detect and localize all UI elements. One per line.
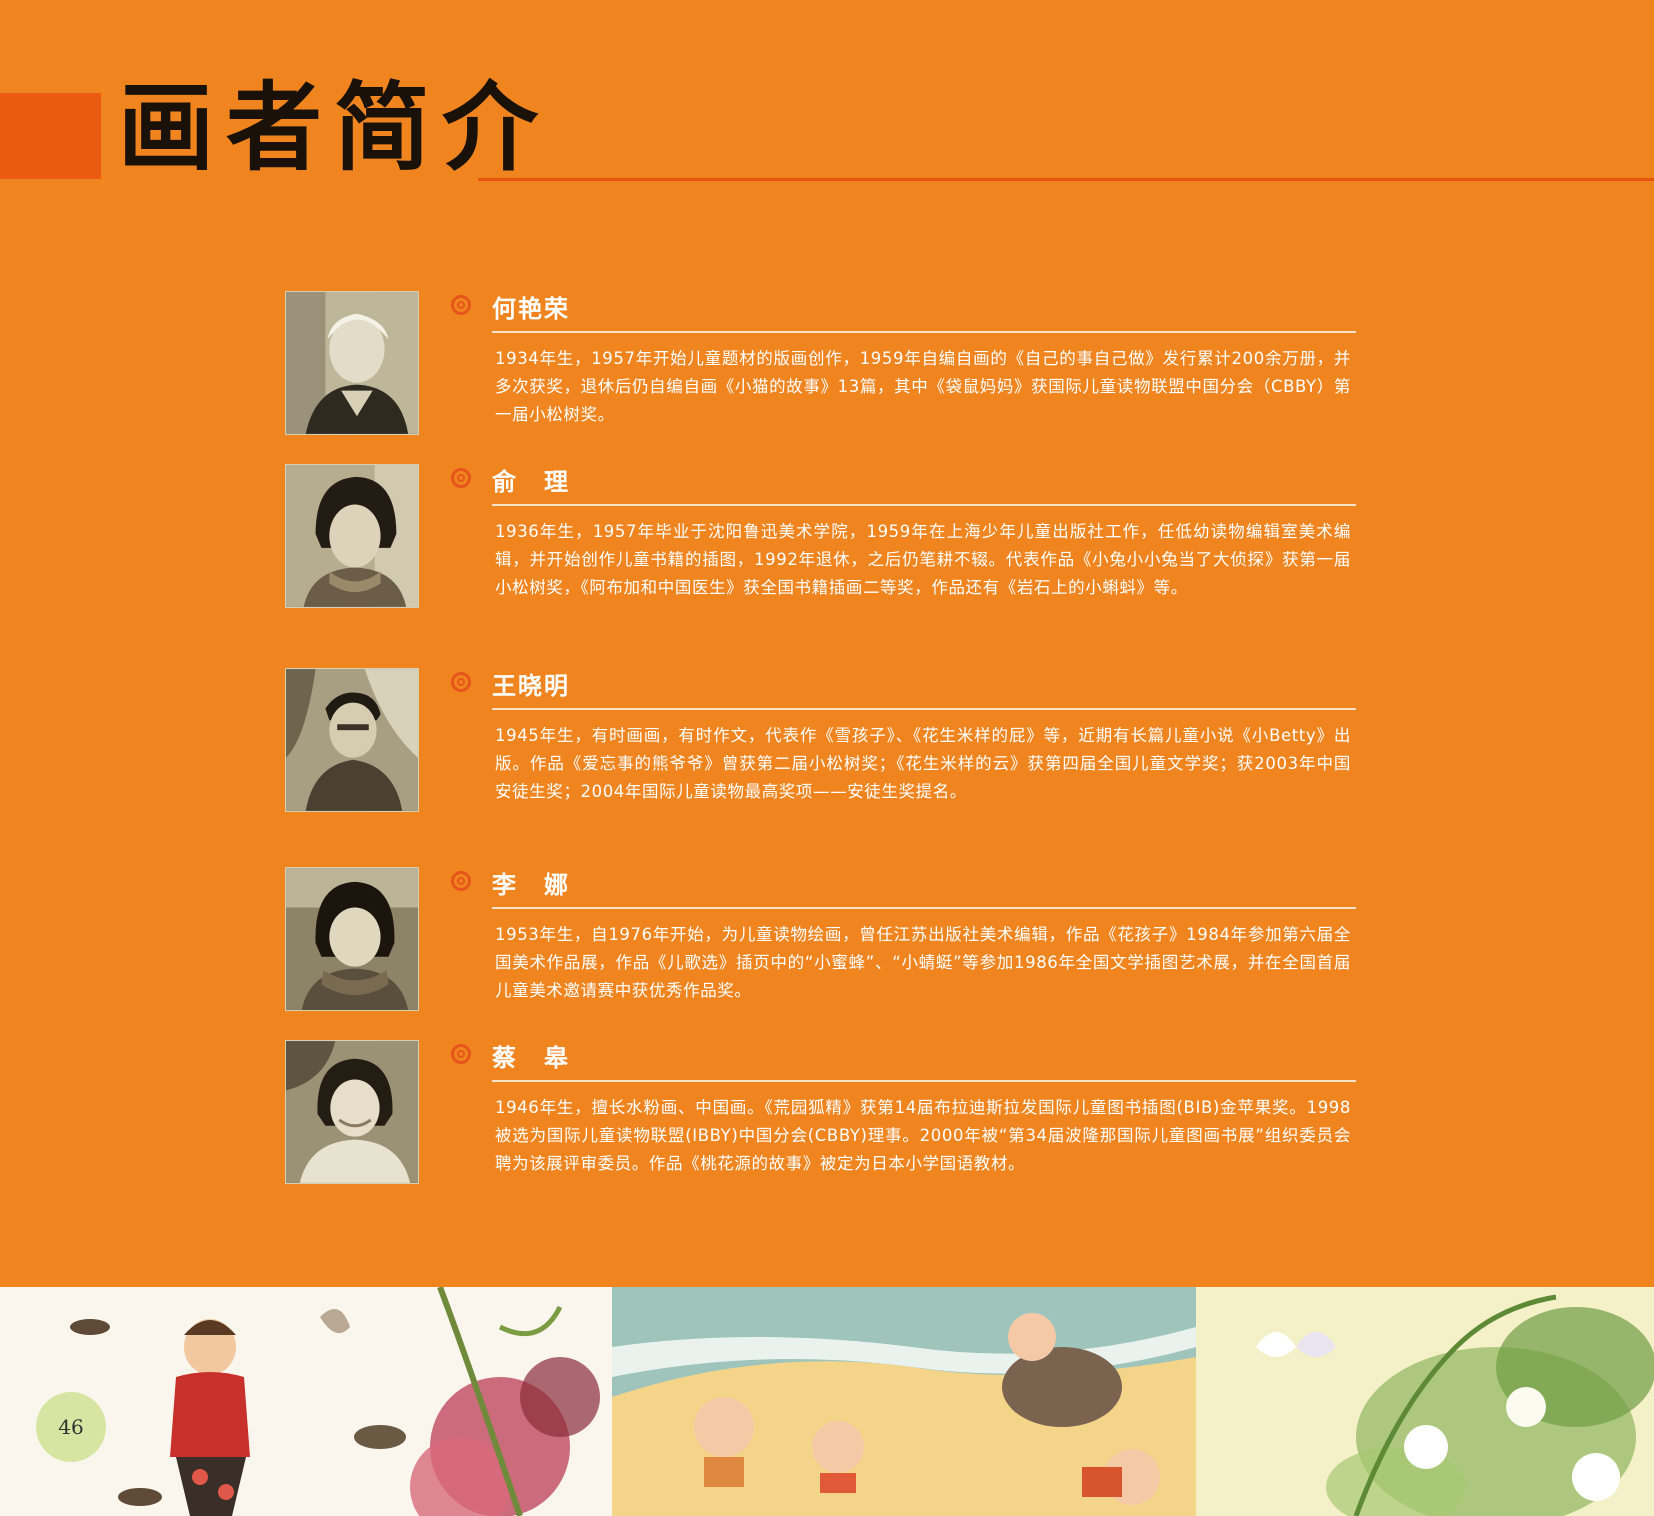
artist-bio: 1953年生，自1976年开始，为儿童读物绘画，曾任江苏出版社美术编辑，作品《花… [495, 925, 1351, 1000]
bullet-icon [451, 468, 471, 488]
portrait-image [286, 1041, 418, 1183]
portrait-image [286, 292, 418, 434]
bullet-icon [451, 295, 471, 315]
name-divider [492, 504, 1356, 506]
artist-name: 俞 理 [492, 468, 570, 496]
page: 画者简介 何艳荣 1934年生，1957年开始儿童题材的版画创作，1959年自编… [0, 0, 1654, 1516]
artist-photo [285, 668, 419, 812]
illustration-pea-vines [1196, 1287, 1654, 1516]
illustration-strip [0, 1287, 1654, 1516]
name-divider [492, 708, 1356, 710]
artist-photo [285, 867, 419, 1011]
title-accent-block [0, 93, 101, 179]
artist-bio: 1934年生，1957年开始儿童题材的版画创作，1959年自编自画的《自己的事自… [495, 349, 1351, 424]
artist-photo [285, 1040, 419, 1184]
page-title: 画者简介 [118, 71, 550, 184]
artist-bio: 1936年生，1957年毕业于沈阳鲁迅美术学院，1959年在上海少年儿童出版社工… [495, 522, 1351, 597]
illustration-children-at-beach [612, 1287, 1196, 1516]
artist-bio: 1945年生，有时画画，有时作文，代表作《雪孩子》、《花生米样的屁》等，近期有长… [495, 726, 1351, 801]
artist-photo [285, 291, 419, 435]
artist-bio: 1946年生，擅长水粉画、中国画。《荒园狐精》获第14届布拉迪斯拉发国际儿童图书… [495, 1098, 1351, 1173]
title-rule [478, 178, 1654, 181]
portrait-image [286, 465, 418, 607]
name-divider [492, 907, 1356, 909]
artist-name: 何艳荣 [492, 295, 570, 323]
artist-name: 王晓明 [492, 672, 570, 700]
artist-photo [285, 464, 419, 608]
portrait-image [286, 868, 418, 1010]
page-number: 46 [36, 1392, 106, 1462]
name-divider [492, 1080, 1356, 1082]
portrait-image [286, 669, 418, 811]
name-divider [492, 331, 1356, 333]
artist-name: 蔡 皋 [492, 1044, 570, 1072]
bullet-icon [451, 871, 471, 891]
artist-name: 李 娜 [492, 871, 570, 899]
bullet-icon [451, 1044, 471, 1064]
bullet-icon [451, 672, 471, 692]
